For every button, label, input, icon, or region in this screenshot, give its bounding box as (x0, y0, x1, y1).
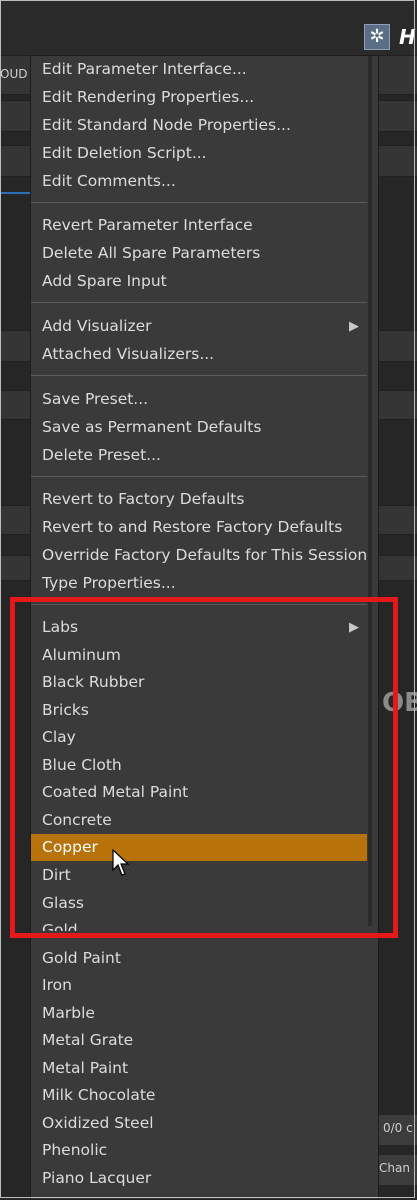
menu-item-edit-rendering-properties[interactable]: Edit Rendering Properties... (31, 84, 367, 111)
preset-item-oxidized-steel[interactable]: Oxidized Steel (31, 1110, 367, 1137)
menu-item-revert-to-factory-defaults[interactable]: Revert to Factory Defaults (31, 486, 367, 513)
menu-separator (31, 604, 367, 605)
menu-separator (31, 302, 367, 303)
preset-item-blue-cloth[interactable]: Blue Cloth (31, 752, 367, 779)
menu-item-type-properties[interactable]: Type Properties... (31, 570, 367, 597)
preset-item-gold[interactable]: Gold (31, 917, 367, 931)
background-badge: OB (382, 688, 417, 718)
background-toolbar (0, 0, 417, 55)
background-tab-label: OUD (0, 67, 28, 81)
menu-item-save-as-permanent-defaults[interactable]: Save as Permanent Defaults (31, 414, 367, 441)
menu-item-save-preset[interactable]: Save Preset... (31, 386, 367, 413)
menu-separator (31, 476, 367, 477)
preset-item-phenolic[interactable]: Phenolic (31, 1137, 367, 1164)
preset-item-gold-paint[interactable]: Gold Paint (31, 945, 367, 972)
menu-item-attached-visualizers[interactable]: Attached Visualizers... (31, 341, 367, 368)
preset-item-concrete[interactable]: Concrete (31, 807, 367, 834)
submenu-arrow-icon: ▶ (349, 620, 359, 635)
preset-item-metal-paint[interactable]: Metal Paint (31, 1055, 367, 1082)
menu-item-delete-preset[interactable]: Delete Preset... (31, 442, 367, 469)
app-logo-letter: H (399, 25, 416, 49)
menu-separator (31, 375, 367, 376)
background-button-label: Chan (379, 1161, 410, 1175)
context-menu: Edit Parameter Interface... Edit Renderi… (30, 55, 379, 1200)
background-accent-line (0, 192, 30, 194)
background-field: 0/0 c (377, 1115, 417, 1145)
menu-separator (31, 202, 367, 203)
mouse-cursor-icon (112, 849, 130, 876)
preset-item-marble[interactable]: Marble (31, 1000, 367, 1027)
preset-item-aluminum[interactable]: Aluminum (31, 642, 367, 669)
background-button: Chan (377, 1155, 417, 1185)
preset-item-dirt[interactable]: Dirt (31, 862, 367, 889)
background-value: 0/0 c (383, 1121, 413, 1135)
gear-icon[interactable]: ✲ (364, 24, 390, 50)
menu-scrollbar[interactable] (368, 56, 372, 926)
submenu-arrow-icon: ▶ (349, 319, 359, 334)
menu-item-label: Add Visualizer (42, 317, 152, 335)
preset-item-bricks[interactable]: Bricks (31, 697, 367, 724)
menu-item-revert-and-restore-factory-defaults[interactable]: Revert to and Restore Factory Defaults (31, 514, 367, 541)
preset-item-clay[interactable]: Clay (31, 724, 367, 751)
menu-item-labs[interactable]: Labs ▶ (31, 614, 367, 641)
preset-item-metal-grate[interactable]: Metal Grate (31, 1027, 367, 1054)
preset-item-piano-lacquer[interactable]: Piano Lacquer (31, 1165, 367, 1192)
preset-item-glass[interactable]: Glass (31, 890, 367, 917)
preset-item-milk-chocolate[interactable]: Milk Chocolate (31, 1082, 367, 1109)
menu-item-delete-all-spare-parameters[interactable]: Delete All Spare Parameters (31, 240, 367, 267)
preset-item-iron[interactable]: Iron (31, 972, 367, 999)
menu-item-edit-deletion-script[interactable]: Edit Deletion Script... (31, 140, 367, 167)
preset-item-copper[interactable]: Copper (31, 834, 367, 861)
menu-item-label: Labs (42, 618, 79, 636)
menu-item-edit-parameter-interface[interactable]: Edit Parameter Interface... (31, 56, 367, 83)
preset-item-black-rubber[interactable]: Black Rubber (31, 669, 367, 696)
menu-item-add-spare-input[interactable]: Add Spare Input (31, 268, 367, 295)
menu-item-revert-parameter-interface[interactable]: Revert Parameter Interface (31, 212, 367, 239)
menu-item-add-visualizer[interactable]: Add Visualizer ▶ (31, 313, 367, 340)
menu-item-edit-standard-node-properties[interactable]: Edit Standard Node Properties... (31, 112, 367, 139)
preset-item-coated-metal-paint[interactable]: Coated Metal Paint (31, 779, 367, 806)
menu-item-edit-comments[interactable]: Edit Comments... (31, 168, 367, 195)
menu-item-override-factory-defaults[interactable]: Override Factory Defaults for This Sessi… (31, 542, 367, 569)
